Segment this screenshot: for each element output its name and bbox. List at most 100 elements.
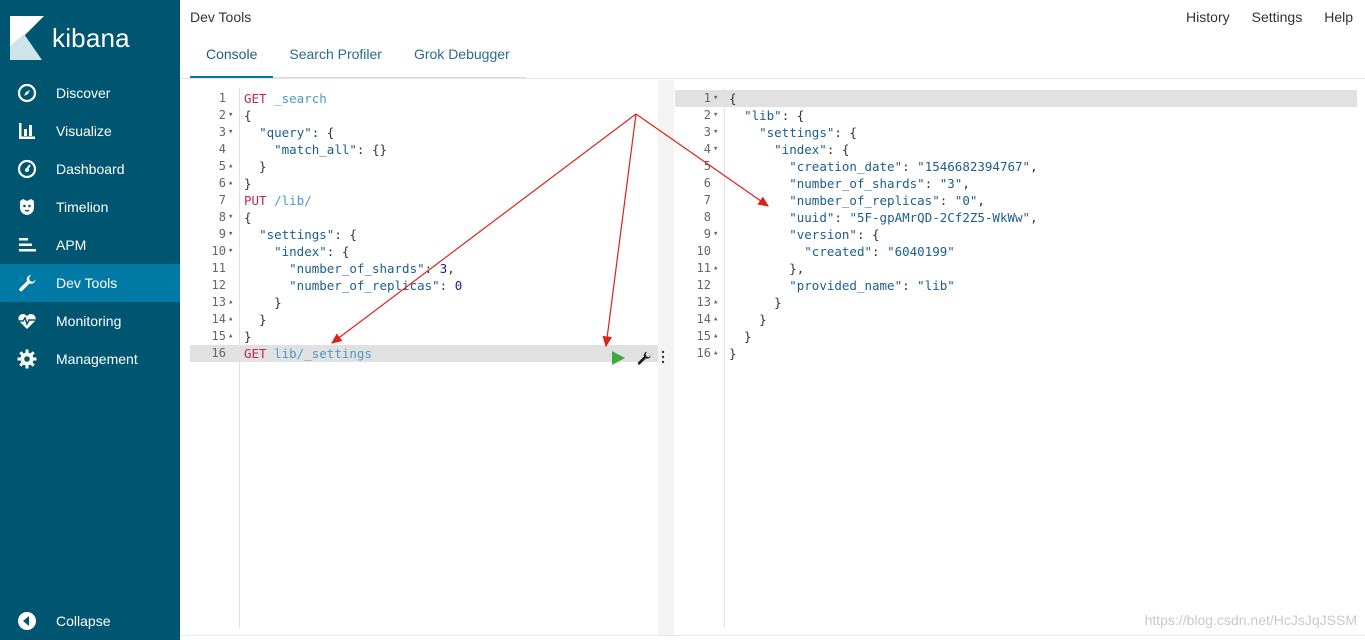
code-text: } — [729, 294, 782, 311]
sidebar-item-monitoring[interactable]: Monitoring — [0, 302, 180, 340]
sidebar-item-dashboard[interactable]: Dashboard — [0, 150, 180, 188]
fold-toggle-icon[interactable]: ▴ — [713, 311, 723, 328]
fold-toggle-icon[interactable]: ▴ — [228, 311, 238, 328]
code-line[interactable]: 15 ▴ } — [675, 328, 1357, 345]
code-line[interactable]: 14 ▴ } — [675, 311, 1357, 328]
fold-toggle-icon[interactable]: ▴ — [228, 294, 238, 311]
tab-grok-debugger[interactable]: Grok Debugger — [398, 36, 526, 78]
code-line[interactable]: 3 ▾ "query": { — [190, 124, 658, 141]
collapse-arrow-icon — [17, 611, 37, 631]
code-line[interactable]: 2 ▾ "lib": { — [675, 107, 1357, 124]
code-line[interactable]: 10 "created": "6040199" — [675, 243, 1357, 260]
sidebar-item-management[interactable]: Management — [0, 340, 180, 378]
code-token: "5F-gpAMrQD-2Cf2Z5-WkWw" — [849, 210, 1031, 225]
line-number: 2 — [218, 108, 226, 122]
code-line[interactable]: 15 ▴} — [190, 328, 658, 345]
code-line[interactable]: 13 ▴ } — [675, 294, 1357, 311]
more-actions-button[interactable] — [660, 350, 670, 366]
code-token: { — [244, 108, 252, 123]
code-line[interactable]: 6 ▴} — [190, 175, 658, 192]
code-line[interactable]: 3 ▾ "settings": { — [675, 124, 1357, 141]
help-link[interactable]: Help — [1324, 9, 1353, 25]
code-line[interactable]: 4 ▾ "index": { — [675, 141, 1357, 158]
code-text: "settings": { — [729, 124, 857, 141]
fold-toggle-icon[interactable]: ▾ — [713, 124, 723, 141]
code-line[interactable]: 8 ▾ { — [190, 209, 658, 226]
fold-toggle-icon[interactable]: ▴ — [713, 294, 723, 311]
line-number: 15 — [696, 329, 711, 343]
tab-console[interactable]: Console — [190, 36, 274, 78]
fold-toggle-icon[interactable]: ▾ — [228, 209, 238, 226]
code-line[interactable]: 16 ▴} — [675, 345, 1357, 362]
code-token: GET — [244, 346, 267, 361]
code-line[interactable]: 7 PUT /lib/ — [190, 192, 658, 209]
code-line[interactable]: 5 "creation_date": "1546682394767", — [675, 158, 1357, 175]
sidebar-item-apm[interactable]: APM — [0, 226, 180, 264]
code-line[interactable]: 14 ▴ } — [190, 311, 658, 328]
fold-toggle-icon[interactable]: ▾ — [228, 243, 238, 260]
fold-toggle-icon[interactable]: ▴ — [713, 260, 723, 277]
code-line[interactable]: 11 ▴ }, — [675, 260, 1357, 277]
code-line[interactable]: 11 "number_of_shards": 3, — [190, 260, 658, 277]
tab-search-profiler[interactable]: Search Profiler — [273, 36, 398, 78]
code-line[interactable]: 9 ▾ "version": { — [675, 226, 1357, 243]
line-number: 16 — [211, 346, 226, 360]
code-line[interactable]: 9 ▾ "settings": { — [190, 226, 658, 243]
code-line[interactable]: 16 GET lib/_settings — [190, 345, 658, 362]
code-line[interactable]: 13 ▴ } — [190, 294, 658, 311]
code-line[interactable]: 6 "number_of_shards": "3", — [675, 175, 1357, 192]
code-text: GET _search — [244, 90, 327, 107]
code-line[interactable]: 4 "match_all": {} — [190, 141, 658, 158]
line-number: 14 — [696, 312, 711, 326]
code-token: { — [244, 210, 252, 225]
fold-toggle-icon[interactable]: ▾ — [713, 141, 723, 158]
fold-toggle-icon[interactable]: ▾ — [713, 226, 723, 243]
fold-toggle-icon[interactable]: ▴ — [713, 328, 723, 345]
code-line[interactable]: 10 ▾ "index": { — [190, 243, 658, 260]
fold-toggle-icon[interactable]: ▾ — [228, 124, 238, 141]
code-line[interactable]: 5 ▴ } — [190, 158, 658, 175]
code-line[interactable]: 1 GET _search — [190, 90, 658, 107]
code-text: { — [244, 209, 252, 226]
code-token: : — [939, 193, 955, 208]
sidebar-item-label: APM — [56, 237, 87, 253]
code-token: : — [834, 210, 850, 225]
kibana-logo[interactable]: kibana — [10, 16, 130, 60]
history-link[interactable]: History — [1186, 9, 1230, 25]
sidebar-item-visualize[interactable]: Visualize — [0, 112, 180, 150]
sidebar-item-timelion[interactable]: Timelion — [0, 188, 180, 226]
fold-toggle-icon[interactable]: ▴ — [713, 345, 723, 362]
collapse-button[interactable]: Collapse — [0, 602, 180, 640]
line-number: 14 — [211, 312, 226, 326]
code-line[interactable]: 12 "number_of_replicas": 0 — [190, 277, 658, 294]
request-settings-button[interactable] — [636, 350, 652, 366]
code-token: /lib/ — [274, 193, 312, 208]
code-line[interactable]: 1 ▾ { — [675, 90, 1357, 107]
code-line[interactable]: 2 ▾ { — [190, 107, 658, 124]
fold-toggle-icon[interactable]: ▾ — [228, 107, 238, 124]
fold-toggle-icon[interactable]: ▴ — [228, 328, 238, 345]
sidebar-item-dev-tools[interactable]: Dev Tools — [0, 264, 180, 302]
fold-toggle-icon[interactable]: ▾ — [228, 226, 238, 243]
fold-toggle-icon[interactable]: ▾ — [713, 90, 723, 107]
code-token: _search — [274, 91, 327, 106]
code-token: , — [977, 193, 985, 208]
sidebar-item-discover[interactable]: Discover — [0, 74, 180, 112]
code-text: } — [244, 175, 252, 192]
line-number: 11 — [696, 261, 711, 275]
code-line[interactable]: 8 "uuid": "5F-gpAMrQD-2Cf2Z5-WkWw", — [675, 209, 1357, 226]
code-line[interactable]: 12 "provided_name": "lib" — [675, 277, 1357, 294]
fold-toggle-icon[interactable]: ▾ — [713, 107, 723, 124]
dev-tools-tabs: Console Search Profiler Grok Debugger — [190, 36, 526, 78]
settings-link[interactable]: Settings — [1252, 9, 1303, 25]
send-request-button[interactable] — [610, 350, 626, 366]
request-editor[interactable]: 1 GET _search 2 ▾{3 ▾ "query": {4 "match_all… — [190, 88, 658, 628]
fold-toggle-icon[interactable]: ▴ — [228, 175, 238, 192]
fold-toggle-icon[interactable]: ▴ — [228, 158, 238, 175]
response-editor[interactable]: 1 ▾{2 ▾ "lib": {3 ▾ "settings": {4 ▾ "index"… — [675, 88, 1357, 628]
code-line[interactable]: 7 "number_of_replicas": "0", — [675, 192, 1357, 209]
